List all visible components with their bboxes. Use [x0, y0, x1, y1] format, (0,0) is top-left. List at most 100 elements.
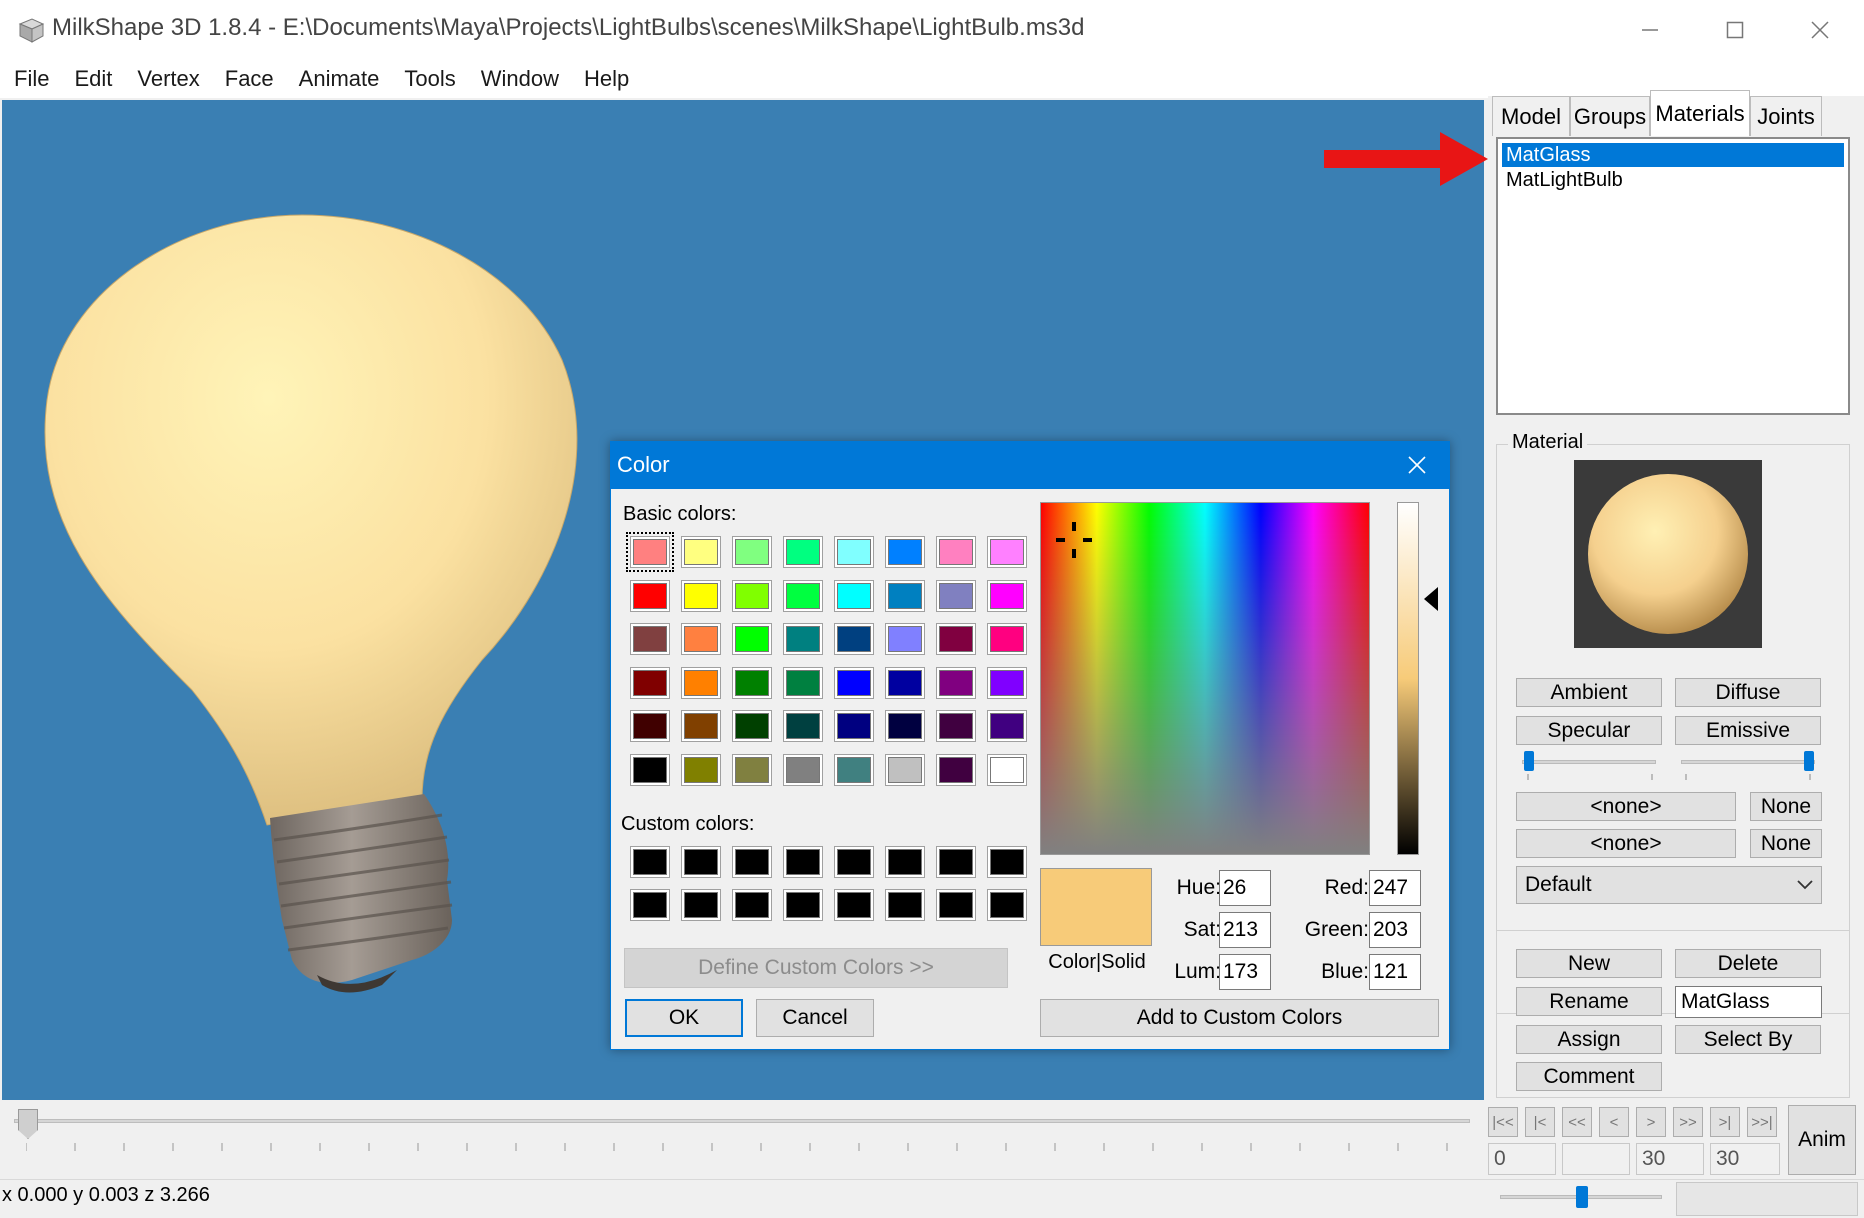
blue-field[interactable]: 121	[1369, 954, 1421, 990]
color-swatch[interactable]	[886, 847, 924, 877]
current-frame-field[interactable]	[1562, 1143, 1630, 1175]
color-swatch[interactable]	[733, 624, 771, 654]
delete-material-button[interactable]: Delete	[1675, 949, 1821, 978]
first-frame-button[interactable]: |<<	[1488, 1107, 1518, 1137]
color-swatch[interactable]	[733, 580, 771, 611]
texture-button[interactable]: <none>	[1516, 792, 1736, 821]
red-field[interactable]: 247	[1369, 870, 1421, 906]
color-swatch[interactable]	[784, 667, 822, 698]
maximize-button[interactable]	[1697, 0, 1773, 60]
shininess-slider[interactable]	[1522, 760, 1656, 764]
color-swatch[interactable]	[682, 711, 720, 741]
color-swatch[interactable]	[631, 754, 669, 785]
color-swatch[interactable]	[631, 890, 669, 920]
color-swatch[interactable]	[886, 890, 924, 920]
tab-model[interactable]: Model	[1492, 96, 1570, 136]
color-swatch[interactable]	[937, 667, 975, 698]
fast-forward-button[interactable]: >>	[1673, 1107, 1703, 1137]
menu-vertex[interactable]: Vertex	[127, 66, 209, 92]
color-swatch[interactable]	[937, 754, 975, 785]
color-swatch[interactable]	[835, 537, 873, 567]
color-swatch[interactable]	[733, 537, 771, 567]
luminosity-bar[interactable]	[1397, 502, 1419, 855]
color-swatch[interactable]	[937, 537, 975, 567]
sat-field[interactable]: 213	[1219, 912, 1271, 948]
cancel-button[interactable]: Cancel	[756, 999, 874, 1037]
tab-joints[interactable]: Joints	[1750, 96, 1822, 136]
color-swatch[interactable]	[682, 624, 720, 654]
material-name-field[interactable]: MatGlass	[1675, 986, 1822, 1018]
color-swatch[interactable]	[784, 847, 822, 877]
texture-clear-button[interactable]: None	[1750, 792, 1822, 821]
select-by-button[interactable]: Select By	[1675, 1025, 1821, 1054]
color-swatch[interactable]	[835, 890, 873, 920]
menu-file[interactable]: File	[4, 66, 59, 92]
shininess-slider-thumb[interactable]	[1524, 751, 1534, 771]
color-swatch[interactable]	[988, 667, 1026, 698]
color-swatch[interactable]	[937, 580, 975, 611]
color-swatch[interactable]	[631, 667, 669, 698]
color-swatch[interactable]	[784, 624, 822, 654]
color-swatch[interactable]	[886, 711, 924, 741]
ok-button[interactable]: OK	[625, 999, 743, 1037]
luminosity-pointer-icon[interactable]	[1424, 587, 1440, 611]
prev-key-button[interactable]: |<	[1525, 1107, 1555, 1137]
speed-slider-thumb[interactable]	[1576, 1186, 1588, 1208]
color-swatch[interactable]	[784, 754, 822, 785]
menu-face[interactable]: Face	[215, 66, 284, 92]
color-swatch[interactable]	[988, 537, 1026, 567]
materials-list[interactable]: MatGlass MatLightBulb	[1496, 137, 1850, 415]
total-frames-field[interactable]: 30	[1710, 1143, 1780, 1175]
color-swatch[interactable]	[733, 667, 771, 698]
next-frame-button[interactable]: >	[1636, 1107, 1666, 1137]
menu-help[interactable]: Help	[574, 66, 639, 92]
rewind-button[interactable]: <<	[1562, 1107, 1592, 1137]
hue-field[interactable]: 26	[1219, 870, 1271, 906]
start-frame-field[interactable]: 0	[1488, 1143, 1556, 1175]
minimize-button[interactable]	[1612, 0, 1688, 60]
color-swatch[interactable]	[835, 667, 873, 698]
color-swatch[interactable]	[937, 624, 975, 654]
color-swatch[interactable]	[988, 580, 1026, 611]
color-swatch[interactable]	[886, 624, 924, 654]
color-swatch[interactable]	[682, 537, 720, 567]
ambient-button[interactable]: Ambient	[1516, 678, 1662, 707]
color-swatch[interactable]	[886, 754, 924, 785]
color-swatch[interactable]	[835, 754, 873, 785]
color-swatch[interactable]	[784, 890, 822, 920]
menu-window[interactable]: Window	[471, 66, 569, 92]
green-field[interactable]: 203	[1369, 912, 1421, 948]
menu-tools[interactable]: Tools	[394, 66, 465, 92]
color-swatch[interactable]	[784, 537, 822, 567]
menu-edit[interactable]: Edit	[64, 66, 122, 92]
diffuse-button[interactable]: Diffuse	[1675, 678, 1821, 707]
color-swatch[interactable]	[733, 890, 771, 920]
prev-frame-button[interactable]: <	[1599, 1107, 1629, 1137]
assign-material-button[interactable]: Assign	[1516, 1025, 1662, 1054]
color-swatch[interactable]	[733, 847, 771, 877]
color-swatch[interactable]	[835, 624, 873, 654]
rename-material-button[interactable]: Rename	[1516, 987, 1662, 1016]
color-swatch[interactable]	[631, 580, 669, 611]
color-swatch[interactable]	[631, 711, 669, 741]
emissive-button[interactable]: Emissive	[1675, 716, 1821, 745]
color-swatch[interactable]	[733, 711, 771, 741]
timeline-slider[interactable]	[14, 1119, 1470, 1123]
close-button[interactable]	[1782, 0, 1858, 60]
color-swatch[interactable]	[733, 754, 771, 785]
mode-dropdown[interactable]: Default	[1516, 866, 1822, 904]
color-swatch[interactable]	[682, 847, 720, 877]
close-icon[interactable]	[1408, 456, 1426, 474]
color-swatch[interactable]	[988, 624, 1026, 654]
color-swatch[interactable]	[937, 711, 975, 741]
list-item[interactable]: MatLightBulb	[1502, 168, 1844, 192]
last-frame-button[interactable]: >>|	[1747, 1107, 1777, 1137]
color-swatch[interactable]	[784, 580, 822, 611]
end-frame-field[interactable]: 30	[1636, 1143, 1704, 1175]
define-custom-colors-button[interactable]: Define Custom Colors >>	[624, 948, 1008, 988]
color-swatch[interactable]	[988, 847, 1026, 877]
transparency-slider[interactable]	[1681, 760, 1815, 764]
alpha-texture-button[interactable]: <none>	[1516, 829, 1736, 858]
color-swatch[interactable]	[886, 537, 924, 567]
menu-animate[interactable]: Animate	[289, 66, 390, 92]
